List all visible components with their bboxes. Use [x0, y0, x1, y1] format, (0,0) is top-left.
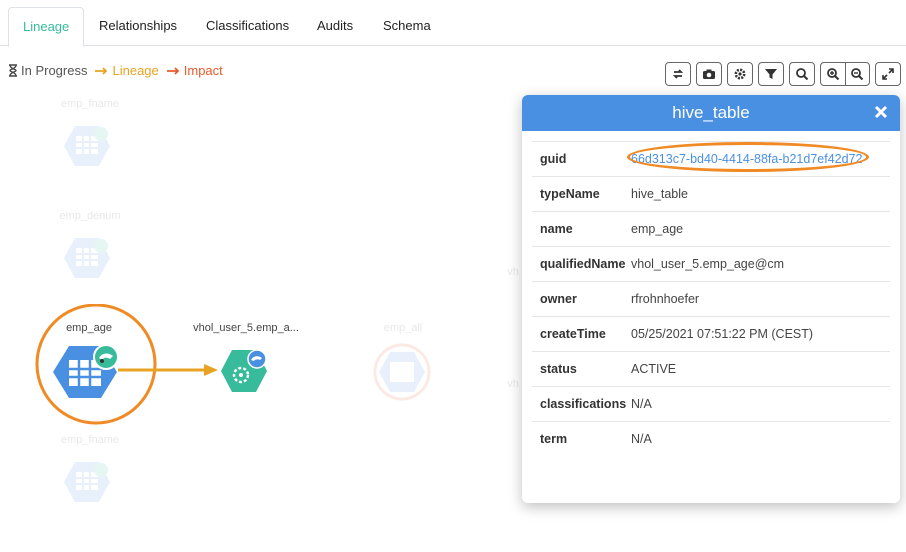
- row-value: 05/25/2021 07:51:22 PM (CEST): [631, 327, 814, 341]
- export-image-button[interactable]: [696, 62, 722, 86]
- process-node[interactable]: [220, 348, 270, 394]
- zoom-in-button[interactable]: [821, 63, 845, 85]
- row-value: rfrohnhoefer: [631, 292, 700, 306]
- legend-in-progress-label: In Progress: [21, 63, 88, 78]
- panel-header: hive_table: [522, 95, 900, 131]
- legend-in-progress: In Progress: [8, 63, 87, 78]
- refresh-button[interactable]: [665, 62, 691, 86]
- hive-table-node[interactable]: [63, 460, 111, 504]
- arrow-right-icon: [95, 66, 108, 75]
- filter-icon: [765, 69, 777, 79]
- tab-lineage[interactable]: Lineage: [8, 7, 85, 47]
- gear-icon: [734, 68, 746, 80]
- refresh-icon: [672, 69, 684, 79]
- search-button[interactable]: [789, 62, 815, 86]
- node-label-emp-fname: emp_fname: [60, 98, 120, 110]
- row-key: qualifiedName: [540, 257, 626, 271]
- hive-table-node[interactable]: [63, 124, 111, 168]
- node-label-process: vhol_user_5.emp_a...: [193, 322, 299, 334]
- fullscreen-icon: [882, 68, 894, 80]
- search-icon: [796, 68, 809, 81]
- row-value: ACTIVE: [631, 362, 677, 376]
- graph-toolbar: [665, 62, 901, 86]
- table-row: term N/A: [532, 421, 890, 456]
- tab-schema[interactable]: Schema: [369, 7, 445, 46]
- zoom-out-icon: [851, 68, 864, 81]
- filter-button[interactable]: [758, 62, 784, 86]
- hive-table-node[interactable]: [63, 236, 111, 280]
- table-row: qualifiedName vhol_user_5.emp_age@cm: [532, 246, 890, 281]
- row-value: hive_table: [631, 187, 688, 201]
- fullscreen-button[interactable]: [875, 62, 901, 86]
- row-key: typeName: [540, 187, 600, 201]
- close-icon[interactable]: [872, 103, 890, 121]
- row-key: classifications: [540, 397, 627, 411]
- row-value: emp_age: [631, 222, 684, 236]
- node-label-partial: vh: [507, 266, 519, 278]
- tab-audits[interactable]: Audits: [303, 7, 367, 46]
- zoom-in-icon: [827, 68, 840, 81]
- hourglass-icon: [9, 64, 17, 77]
- row-key: term: [540, 432, 568, 446]
- guid-link[interactable]: 66d313c7-bd40-4414-88fa-b21d7ef42d72: [631, 152, 862, 166]
- camera-icon: [703, 69, 715, 79]
- row-key: name: [540, 222, 573, 236]
- table-row: guid 66d313c7-bd40-4414-88fa-b21d7ef42d7…: [532, 141, 890, 176]
- node-label-emp-denum: emp_denum: [59, 210, 121, 222]
- legend-lineage-label: Lineage: [112, 63, 159, 78]
- node-label-emp-all: emp_all: [383, 322, 423, 334]
- table-row: typeName hive_table: [532, 176, 890, 211]
- legend-impact: Impact: [166, 63, 223, 78]
- row-value: N/A: [631, 397, 652, 411]
- tab-bar: Lineage Relationships Classifications Au…: [0, 0, 906, 47]
- legend-impact-label: Impact: [183, 63, 223, 78]
- zoom-controls: [820, 62, 870, 86]
- tab-classifications[interactable]: Classifications: [192, 7, 303, 46]
- entity-details-panel: hive_table guid 66d313c7-bd40-4414-88fa-…: [522, 95, 900, 503]
- node-label-partial: vh: [507, 378, 519, 390]
- table-row: status ACTIVE: [532, 351, 890, 386]
- settings-button[interactable]: [727, 62, 753, 86]
- row-key: owner: [540, 292, 577, 306]
- table-row: name emp_age: [532, 211, 890, 246]
- row-key: guid: [540, 152, 567, 166]
- table-row: createTime 05/25/2021 07:51:22 PM (CEST): [532, 316, 890, 351]
- lineage-edge-arrow: [118, 364, 218, 376]
- arrow-right-icon: [166, 66, 180, 75]
- row-value: N/A: [631, 432, 652, 446]
- details-table: guid 66d313c7-bd40-4414-88fa-b21d7ef42d7…: [532, 141, 890, 456]
- table-row: classifications N/A: [532, 386, 890, 421]
- tab-relationships[interactable]: Relationships: [85, 7, 191, 46]
- hive-table-node[interactable]: [372, 342, 432, 402]
- row-value: vhol_user_5.emp_age@cm: [631, 257, 785, 271]
- table-row: owner rfrohnhoefer: [532, 281, 890, 316]
- node-label-emp-fname: emp_fname: [60, 434, 120, 446]
- zoom-out-button[interactable]: [844, 63, 869, 85]
- legend-lineage: Lineage: [95, 63, 159, 78]
- panel-title: hive_table: [672, 103, 750, 122]
- row-key: status: [540, 362, 577, 376]
- row-key: createTime: [540, 327, 606, 341]
- lineage-legend: In Progress Lineage Impact: [8, 63, 223, 78]
